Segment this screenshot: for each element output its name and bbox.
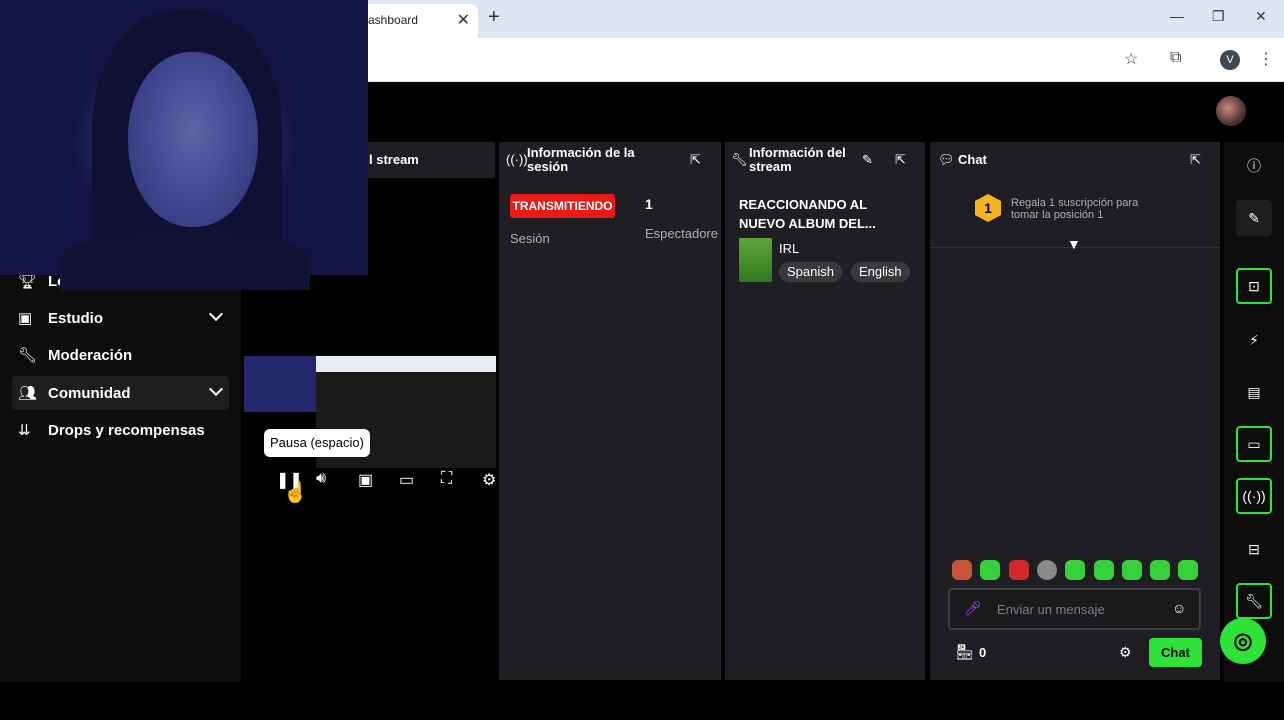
volume-icon[interactable]: 🔊︎ — [316, 470, 326, 488]
help-chat-icon[interactable]: ◎ — [1220, 618, 1266, 664]
minimize-button[interactable]: — — [1170, 8, 1184, 24]
session-panel: ((·)) Información de la sesión ⇱ — [499, 142, 721, 680]
live-status-badge: TRANSMITIENDO — [510, 194, 615, 218]
browser-profile-avatar[interactable]: V — [1220, 50, 1240, 70]
popout-icon[interactable]: ⇱ — [895, 152, 906, 168]
emote-icon[interactable] — [1009, 560, 1029, 580]
pause-tooltip: Pausa (espacio) — [264, 429, 370, 457]
popout-icon[interactable]: ⇱ — [1190, 152, 1201, 168]
category-thumbnail — [739, 238, 772, 282]
category-label: IRL — [779, 241, 800, 256]
sidebar-item-label: Estudio — [48, 309, 103, 327]
notes-icon[interactable]: ▤ — [1236, 374, 1272, 410]
webcam-person-face — [128, 52, 258, 227]
sidebar-item-estudio[interactable]: ▣ Estudio — [12, 301, 229, 335]
info-icon[interactable]: ⓘ — [1236, 148, 1272, 184]
popout-icon[interactable]: ⇱ — [690, 152, 701, 168]
emote-icon[interactable] — [1122, 560, 1142, 580]
chat-message-input[interactable]: 🎤︎ Enviar un mensaje ☺ — [948, 588, 1201, 630]
session-label: Sesión — [510, 231, 550, 246]
webcam-person-shoulders — [60, 230, 310, 290]
chat-bubble-icon[interactable]: ▭ — [1236, 426, 1272, 462]
studio-icon: ▣ — [18, 310, 33, 327]
quick-actions-bolt-icon[interactable]: ⚡︎ — [1236, 322, 1272, 358]
tab-close-icon[interactable]: ✕ — [457, 10, 470, 30]
settings-gear-icon[interactable]: ⚙ — [482, 470, 496, 490]
video-panel-title: l stream — [369, 152, 419, 167]
new-tab-button[interactable]: + — [488, 6, 500, 29]
viewer-count: 1 — [645, 196, 653, 212]
chat-input-placeholder: Enviar un mensaje — [997, 602, 1105, 617]
user-avatar[interactable] — [1216, 96, 1246, 126]
extensions-icon[interactable]: ⧉ — [1170, 49, 1181, 67]
chat-send-button[interactable]: Chat — [1149, 638, 1202, 667]
emote-icon[interactable] — [952, 560, 972, 580]
player-preview-webcam — [244, 356, 316, 412]
community-icon: 👥︎ — [18, 385, 38, 402]
sidebar-item-comunidad[interactable]: 👥︎ Comunidad — [12, 376, 229, 410]
sidebar-item-moderacion[interactable]: 🔧︎ Moderación — [12, 338, 229, 372]
broadcast-icon[interactable]: ((·)) — [1236, 478, 1272, 514]
chat-panel-title: Chat — [958, 152, 987, 167]
mic-icon[interactable]: 🎤︎ — [964, 600, 982, 617]
theatre-mode-icon[interactable]: ▭ — [399, 470, 414, 490]
emote-icon[interactable] — [1094, 560, 1114, 580]
emote-icon[interactable] — [1065, 560, 1085, 580]
browser-menu-icon[interactable]: ⋮ — [1258, 49, 1274, 69]
emote-icon[interactable] — [980, 560, 1000, 580]
webcam-overlay — [0, 0, 368, 290]
activity-feed-icon[interactable]: ⊟ — [1236, 531, 1272, 567]
chat-settings-gear-icon[interactable]: ⚙ — [1119, 644, 1132, 661]
drops-icon: ⇊ — [18, 422, 31, 439]
fullscreen-icon[interactable]: ⛶ — [441, 470, 452, 488]
emote-icon[interactable] — [1178, 560, 1198, 580]
tag-pill[interactable]: Spanish — [779, 262, 842, 282]
close-window-button[interactable]: ✕ — [1255, 8, 1267, 25]
picture-in-picture-icon[interactable]: ▣ — [358, 470, 373, 490]
stream-preview-icon[interactable]: ⊡ — [1236, 268, 1272, 304]
wrench-icon: 🔧︎ — [18, 347, 38, 364]
channel-points-count: 0 — [979, 645, 987, 660]
edit-pencil-icon[interactable]: ✎ — [862, 152, 873, 168]
stream-info-title: Información del stream — [749, 145, 846, 174]
wrench-icon[interactable]: 🔧︎ — [1236, 583, 1272, 619]
sidebar-item-label: Moderación — [48, 346, 133, 364]
sidebar-item-label: Drops y recompensas — [48, 421, 205, 439]
sidebar-item-drops[interactable]: ⇊ Drops y recompensas — [12, 413, 229, 447]
bookmark-star-icon[interactable]: ☆ — [1124, 49, 1138, 69]
channel-points-icon[interactable]: 🏪︎ — [955, 643, 974, 661]
expand-leaderboard-icon[interactable]: ▼ — [1067, 236, 1081, 252]
edit-pencil-icon[interactable]: ✎ — [1236, 200, 1272, 236]
tag-pill[interactable]: English — [851, 262, 910, 282]
stream-title: REACCIONANDO AL NUEVO ALBUM DEL... — [739, 197, 876, 231]
emote-icon[interactable] — [1037, 560, 1057, 580]
session-panel-title: Información de la sesión — [527, 145, 635, 174]
tab-title: ashboard — [368, 13, 419, 27]
gift-sub-text: Regala 1 suscripción para tomar la posic… — [1011, 197, 1139, 221]
viewers-label: Espectadore — [645, 226, 718, 241]
chevron-down-icon — [208, 381, 224, 397]
emote-icon[interactable] — [1150, 560, 1170, 580]
chevron-down-icon — [208, 306, 224, 322]
maximize-button[interactable]: ❐ — [1212, 8, 1225, 25]
emoji-smiley-icon[interactable]: ☺ — [1172, 600, 1186, 616]
hand-cursor-icon: ☝ — [283, 482, 308, 504]
sidebar-item-label: Comunidad — [48, 384, 131, 402]
